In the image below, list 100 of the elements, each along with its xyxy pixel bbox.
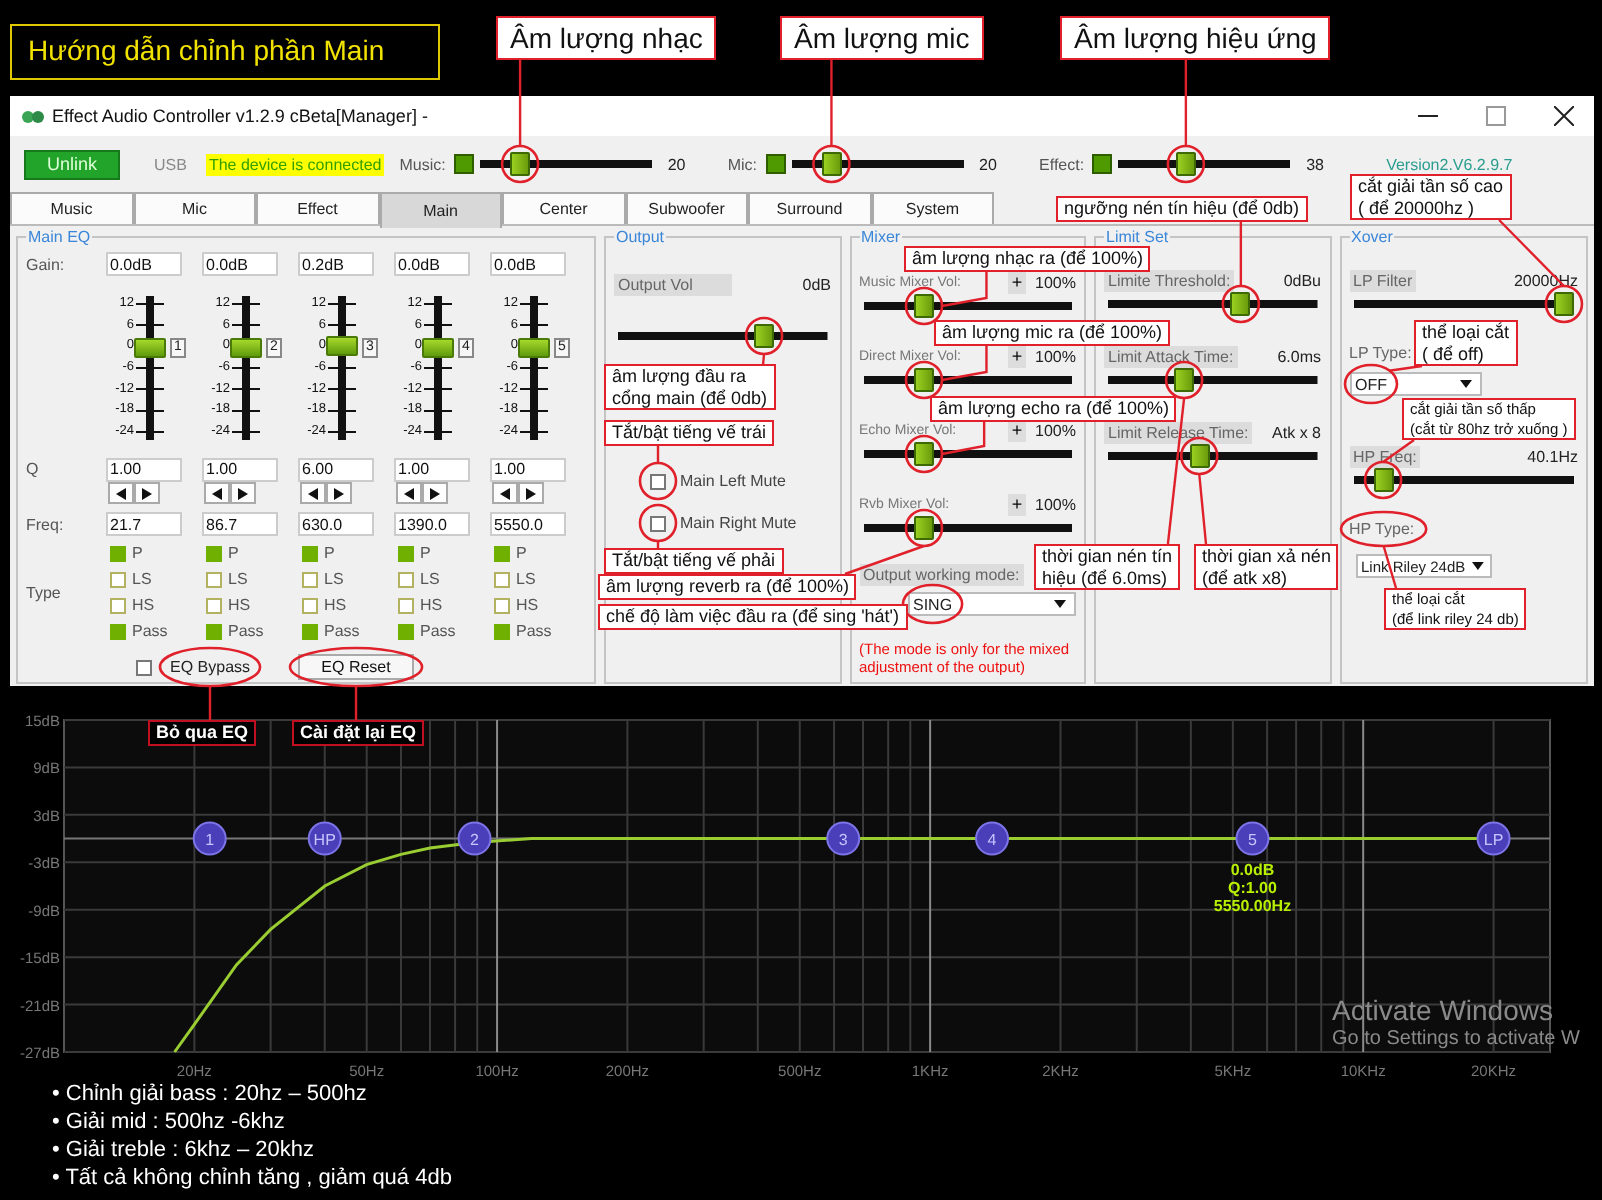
freq-field[interactable]: 86.7	[202, 512, 278, 536]
tab[interactable]: Effect	[256, 192, 379, 224]
square-icon[interactable]	[453, 154, 474, 174]
band-handle[interactable]: 5	[1235, 821, 1270, 856]
slider-thumb[interactable]	[754, 324, 775, 348]
close-icon[interactable]	[1554, 106, 1574, 126]
type-checkbox[interactable]	[494, 571, 510, 587]
type-checkbox[interactable]	[398, 597, 414, 613]
filter-type-dropdown[interactable]: OFF	[1349, 372, 1481, 396]
decrease-button[interactable]	[396, 482, 422, 504]
freq-field[interactable]: 630.0	[298, 512, 374, 536]
decrease-button[interactable]	[108, 482, 134, 504]
plus-button[interactable]: +	[1008, 494, 1026, 516]
tab[interactable]: Main	[379, 192, 502, 228]
slider-thumb[interactable]	[914, 442, 934, 466]
type-checkbox[interactable]	[302, 545, 318, 561]
maximize-icon[interactable]	[1486, 106, 1506, 126]
type-checkbox[interactable]	[494, 545, 510, 561]
increase-button[interactable]	[422, 482, 448, 504]
gain-slider-thumb[interactable]	[134, 337, 166, 358]
type-checkbox[interactable]	[398, 571, 414, 587]
band-handle[interactable]: HP	[307, 821, 342, 856]
square-icon[interactable]	[765, 154, 786, 174]
q-field[interactable]: 1.00	[106, 457, 182, 481]
type-checkbox[interactable]	[110, 545, 126, 561]
control-value: 40.1Hz	[1527, 448, 1578, 466]
tab[interactable]: Music	[10, 192, 133, 224]
tab[interactable]: Mic	[133, 192, 256, 224]
slider-thumb[interactable]	[1553, 292, 1574, 316]
slider-thumb[interactable]	[821, 152, 842, 176]
control-value: 100%	[1033, 496, 1076, 514]
bypass-checkbox[interactable]	[136, 659, 152, 675]
slider-thumb[interactable]	[510, 152, 531, 176]
plus-button[interactable]: +	[1008, 420, 1026, 442]
slider-thumb[interactable]	[914, 516, 934, 540]
q-field[interactable]: 6.00	[298, 457, 374, 481]
slider-thumb[interactable]	[1174, 368, 1195, 392]
reset-button[interactable]: EQ Reset	[298, 654, 415, 680]
gain-slider-thumb[interactable]	[422, 337, 454, 358]
freq-field[interactable]: 21.7	[106, 512, 182, 536]
gain-slider-thumb[interactable]	[230, 337, 262, 358]
callout-label: Bỏ qua EQ	[148, 720, 257, 746]
band-handle[interactable]: LP	[1476, 821, 1511, 856]
slider-thumb[interactable]	[914, 294, 934, 318]
slider-thumb[interactable]	[1189, 444, 1210, 468]
gain-slider-thumb[interactable]	[518, 337, 550, 358]
q-field[interactable]: 1.00	[202, 457, 278, 481]
slider-thumb[interactable]	[1373, 468, 1394, 492]
increase-button[interactable]	[518, 482, 544, 504]
type-checkbox[interactable]	[302, 597, 318, 613]
tab[interactable]: Surround	[748, 192, 871, 224]
type-checkbox[interactable]	[302, 571, 318, 587]
band-handle[interactable]: 3	[826, 821, 861, 856]
type-checkbox[interactable]	[302, 623, 318, 639]
type-checkbox[interactable]	[110, 623, 126, 639]
square-icon[interactable]	[1092, 154, 1113, 174]
slider-thumb[interactable]	[914, 368, 934, 392]
band-handle[interactable]: 4	[975, 821, 1010, 856]
decrease-button[interactable]	[204, 482, 230, 504]
gain-field[interactable]: 0.0dB	[490, 252, 566, 276]
highlight-ring	[901, 583, 964, 625]
type-checkbox[interactable]	[494, 597, 510, 613]
band-handle[interactable]: 2	[457, 821, 492, 856]
type-checkbox[interactable]	[398, 545, 414, 561]
gain-field[interactable]: 0.0dB	[394, 252, 470, 276]
type-checkbox[interactable]	[494, 623, 510, 639]
leader-line	[1198, 473, 1208, 545]
tab[interactable]: System	[871, 192, 994, 224]
type-checkbox[interactable]	[110, 597, 126, 613]
band-handle[interactable]: 1	[192, 821, 227, 856]
decrease-button[interactable]	[300, 482, 326, 504]
increase-button[interactable]	[134, 482, 160, 504]
mute-checkbox[interactable]	[650, 473, 666, 489]
gain-field[interactable]: 0.0dB	[202, 252, 278, 276]
type-checkbox[interactable]	[206, 623, 222, 639]
plus-button[interactable]: +	[1008, 346, 1026, 368]
slider-thumb[interactable]	[1175, 152, 1196, 176]
gain-field[interactable]: 0.0dB	[106, 252, 182, 276]
tab[interactable]: Subwoofer	[625, 192, 748, 224]
plus-button[interactable]: +	[1008, 272, 1026, 294]
freq-field[interactable]: 1390.0	[394, 512, 470, 536]
type-checkbox[interactable]	[206, 571, 222, 587]
q-field[interactable]: 1.00	[394, 457, 470, 481]
slider-thumb[interactable]	[1230, 292, 1251, 316]
freq-field[interactable]: 5550.0	[490, 512, 566, 536]
tab[interactable]: Center	[502, 192, 625, 224]
highlight-ring	[744, 316, 784, 356]
increase-button[interactable]	[230, 482, 256, 504]
decrease-button[interactable]	[492, 482, 518, 504]
type-checkbox[interactable]	[206, 545, 222, 561]
gain-slider-thumb[interactable]	[326, 336, 358, 357]
increase-button[interactable]	[326, 482, 352, 504]
mode-dropdown[interactable]: SING	[907, 592, 1075, 616]
gain-field[interactable]: 0.2dB	[298, 252, 374, 276]
leader-line	[518, 60, 522, 146]
mute-checkbox[interactable]	[650, 515, 666, 531]
type-checkbox[interactable]	[398, 623, 414, 639]
type-checkbox[interactable]	[206, 597, 222, 613]
type-checkbox[interactable]	[110, 571, 126, 587]
q-field[interactable]: 1.00	[490, 457, 566, 481]
